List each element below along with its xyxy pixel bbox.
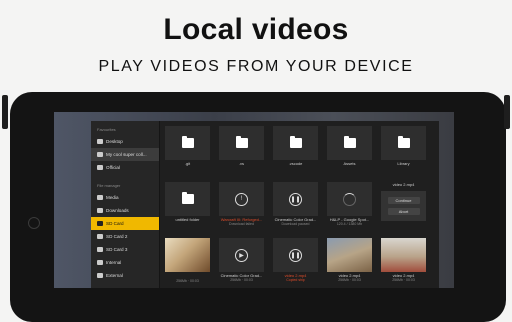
sidebar: Favourites Desktop My cool super coll...… (91, 121, 160, 288)
sidebar-item-media[interactable]: Media (91, 191, 159, 204)
error-icon: ! (235, 192, 248, 206)
video-thumbnail (381, 238, 426, 272)
sidebar-item-sd-card-3[interactable]: SD Card 3 (91, 243, 159, 256)
folder-icon (235, 136, 248, 148)
sidebar-item-official[interactable]: Official (91, 161, 159, 174)
subheadline: PLAY VIDEOS FROM YOUR DEVICE (98, 58, 414, 75)
device-side-button-right (504, 95, 510, 129)
storage-icon (97, 273, 103, 278)
sidebar-item-collection[interactable]: My cool super coll... (91, 148, 159, 161)
folder-tile-untitled[interactable]: untitled folder (165, 182, 210, 232)
download-tile-failed[interactable]: ! Warcraft III: Reforged... Download faile… (219, 182, 264, 232)
video-tile-beach[interactable]: video 2.mp4 256Mb · 00:03 (381, 238, 426, 288)
device-home-sensor (28, 217, 40, 229)
play-icon: ▶ (235, 248, 248, 262)
video-tile-cinematic[interactable]: ▶ Cinematic Color Grad... 256Mb · 00:03 (219, 238, 264, 288)
folder-icon (181, 136, 194, 148)
sidebar-item-external[interactable]: External (91, 269, 159, 282)
folder-icon (343, 136, 356, 148)
folder-tile-assets[interactable]: Assets (327, 126, 372, 176)
download-tile-paused[interactable]: ❚❚ Cinematic Color Grad... Download paused (273, 182, 318, 232)
folder-tile-vs[interactable]: .vs (219, 126, 264, 176)
sd-card-icon (97, 247, 103, 252)
video-thumbnail (165, 238, 210, 272)
file-browser-panel: Favourites Desktop My cool super coll...… (91, 121, 439, 288)
download-tile-progress[interactable]: H&LP - Google Spot... 120.4 / 1380 Mb (327, 182, 372, 232)
continue-button[interactable]: Continue (387, 197, 420, 204)
device-side-button (2, 95, 8, 129)
favorites-header: Favourites (97, 127, 116, 132)
pause-icon[interactable]: ❚❚ (289, 248, 302, 262)
download-icon (97, 208, 103, 213)
file-manager-header: File manager (97, 183, 121, 188)
media-icon (97, 195, 103, 200)
headline: Local videos (163, 13, 349, 46)
device-screen: Favourites Desktop My cool super coll...… (54, 112, 454, 288)
sidebar-item-sd-card[interactable]: SD Card (91, 217, 159, 230)
folder-icon (181, 192, 194, 204)
sidebar-item-desktop[interactable]: Desktop (91, 135, 159, 148)
video-thumbnail (327, 238, 372, 272)
folder-icon (289, 136, 302, 148)
abort-button[interactable]: Abort (387, 208, 420, 215)
folder-tile-library[interactable]: Library (381, 126, 426, 176)
loading-icon (343, 192, 356, 206)
storage-icon (97, 260, 103, 265)
folder-icon (97, 139, 103, 144)
sidebar-item-internal[interactable]: Internal (91, 256, 159, 269)
video-tile-landscape[interactable]: video 2.mp4 256Mb · 00:03 (327, 238, 372, 288)
sidebar-item-downloads[interactable]: Downloads (91, 204, 159, 217)
folder-tile-git[interactable]: .git (165, 126, 210, 176)
video-tile-copying[interactable]: ❚❚ video 2.mp4 Copied ship (273, 238, 318, 288)
video-tile-cartoon[interactable]: 256Mb · 00:03 (165, 238, 210, 288)
context-menu: Continue Abort (381, 191, 426, 221)
folder-icon (397, 136, 410, 148)
sd-card-icon (97, 234, 103, 239)
sd-card-icon (97, 221, 103, 226)
pause-icon[interactable]: ❚❚ (289, 192, 302, 206)
folder-icon (97, 152, 103, 157)
folder-tile-vscode[interactable]: .vscode (273, 126, 318, 176)
folder-icon (97, 165, 103, 170)
sidebar-item-sd-card-2[interactable]: SD Card 2 (91, 230, 159, 243)
video-tile-menu[interactable]: video 2.mp4 Continue Abort (381, 182, 426, 232)
